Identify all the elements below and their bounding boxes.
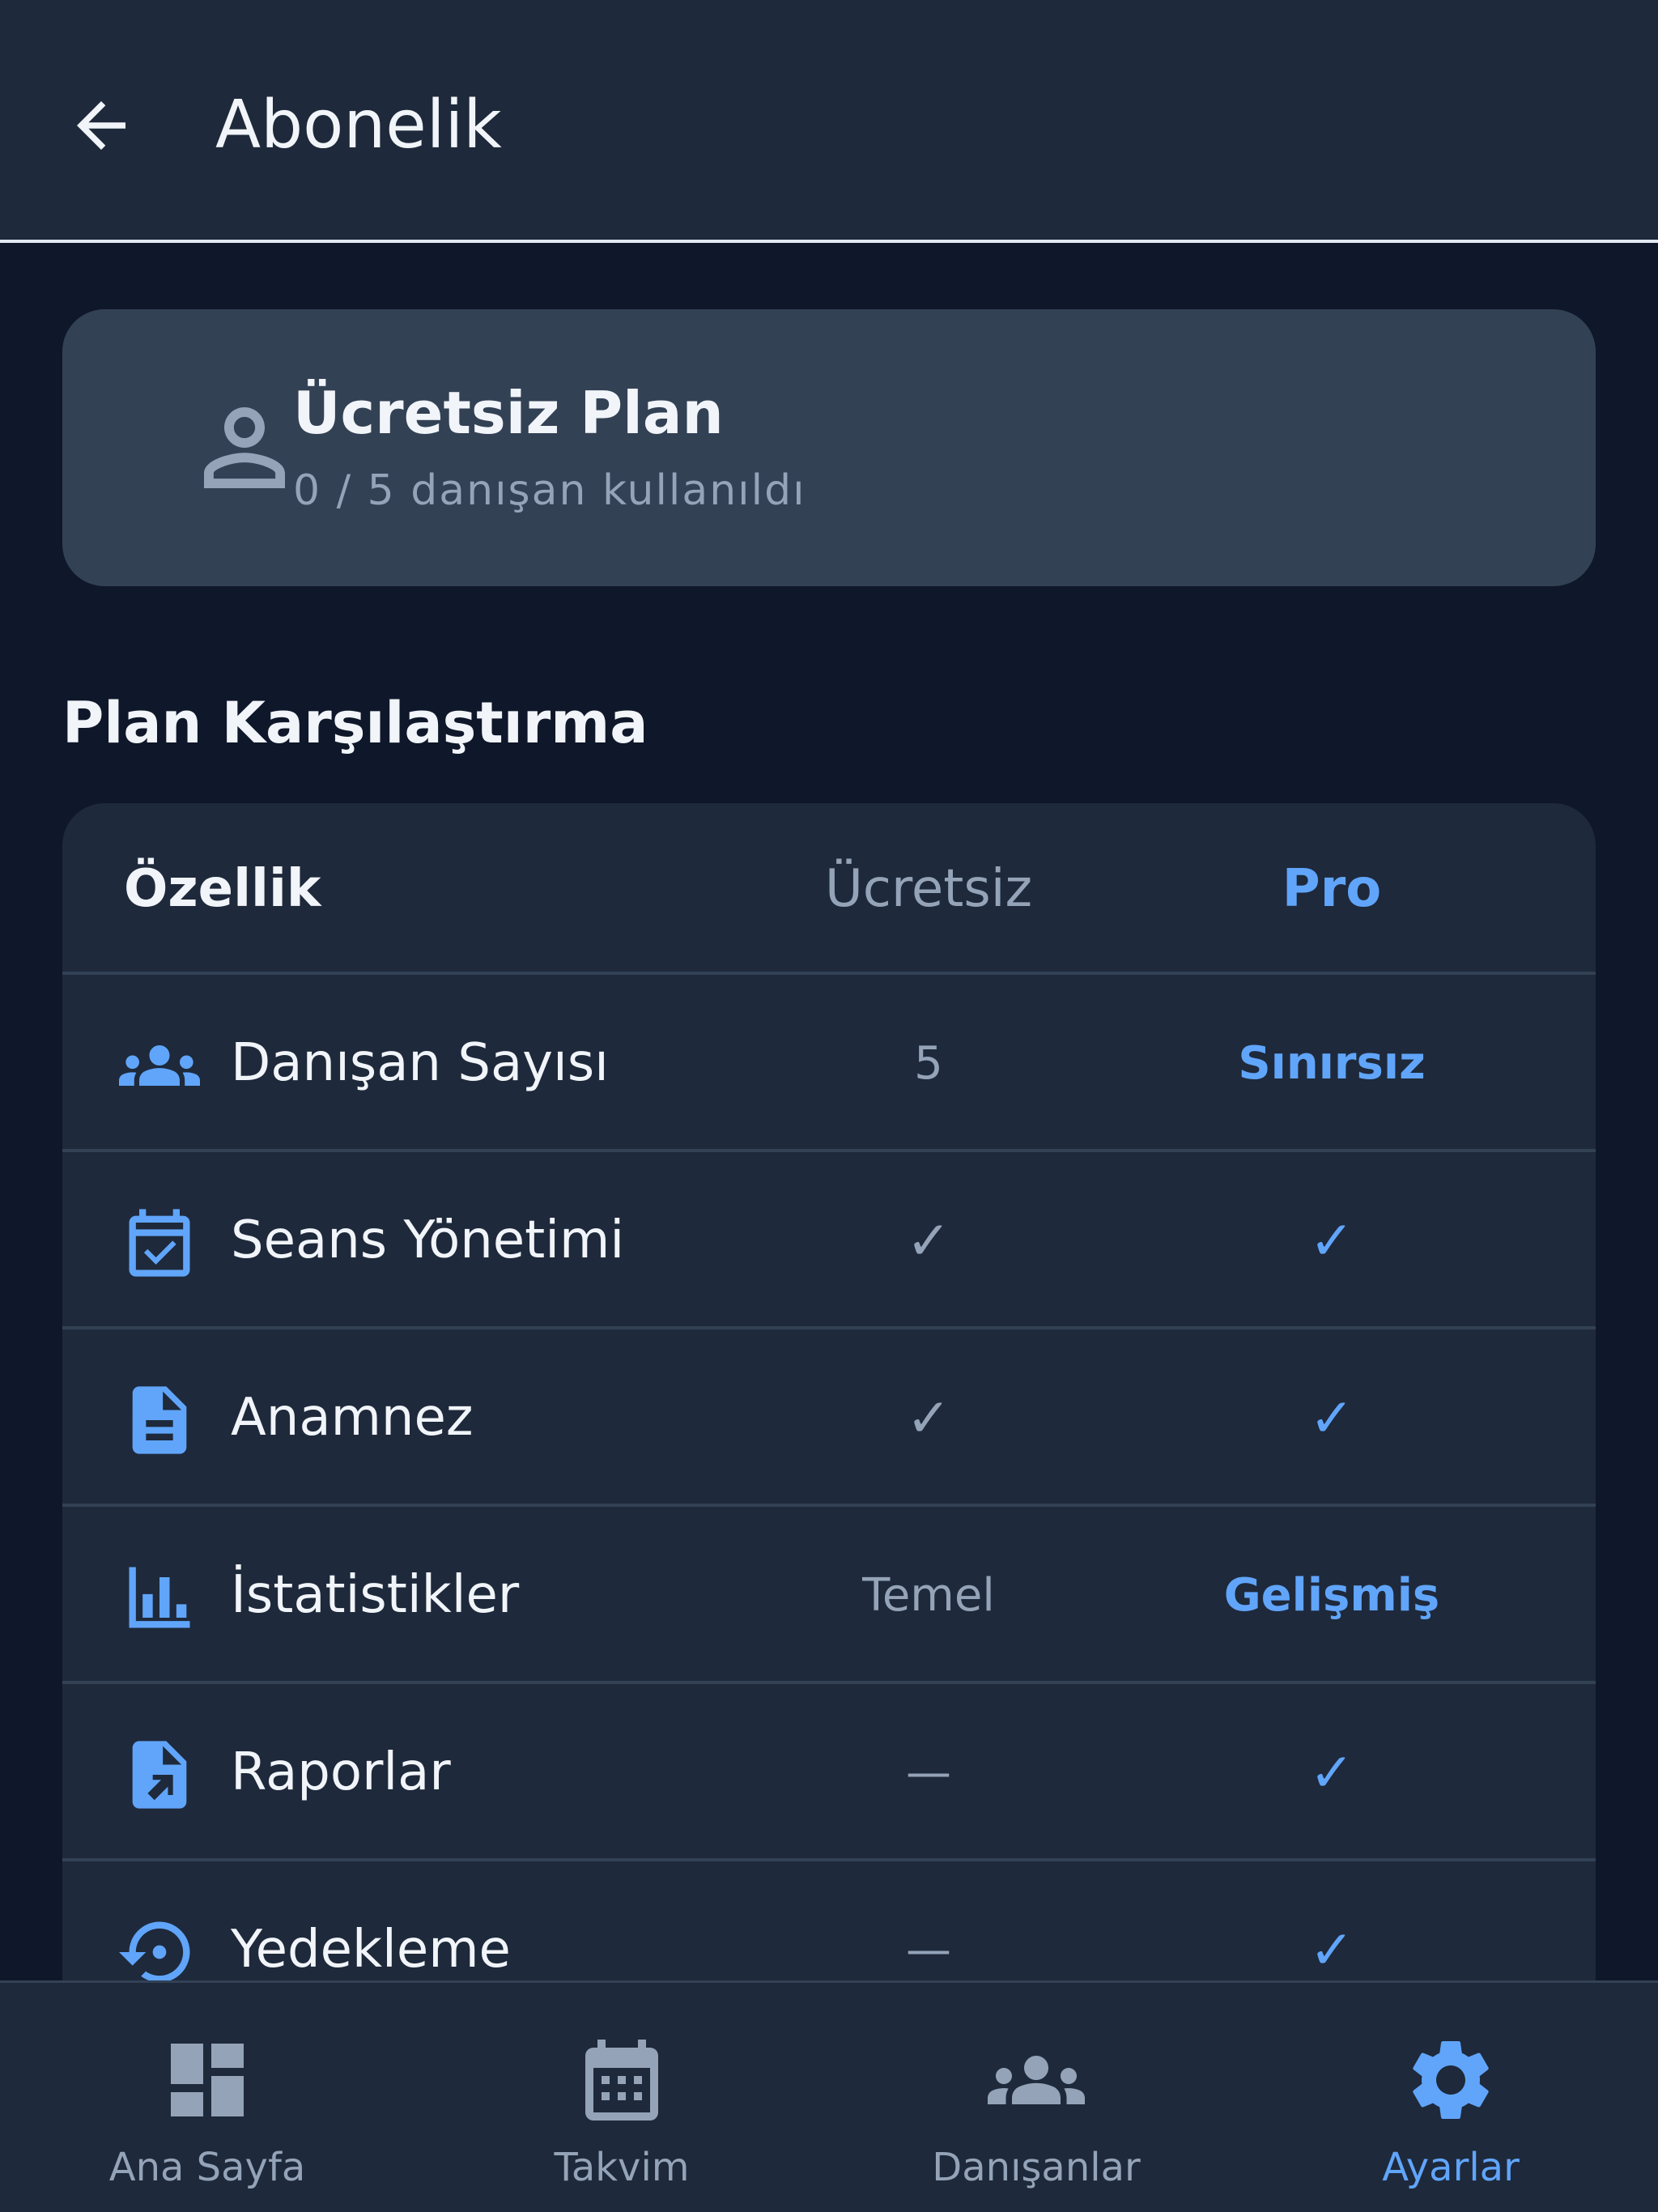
page-title: Abonelik — [215, 87, 502, 164]
current-plan-card — [62, 309, 1596, 586]
plan-usage: 0 / 5 danışan kullanıldı — [293, 466, 806, 515]
people-icon — [119, 1045, 200, 1086]
feature-label: Raporlar — [231, 1742, 451, 1802]
column-header-free: Ücretsiz — [824, 859, 1033, 919]
pro-value: ✓ — [1309, 1742, 1354, 1804]
gear-icon — [1413, 2041, 1489, 2119]
pro-value: Gelişmiş — [1223, 1569, 1440, 1622]
nav-label: Ana Sayfa — [108, 2145, 306, 2190]
table-row: İstatistikler Temel Gelişmiş — [62, 1507, 1596, 1684]
feature-label: İstatistikler — [231, 1565, 520, 1625]
nav-item-calendar[interactable]: Takvim — [414, 1983, 829, 2212]
column-header-feature: Özellik — [124, 859, 321, 919]
table-header-row: Özellik Ücretsiz Pro — [62, 803, 1596, 975]
document-icon — [132, 1386, 187, 1454]
pro-value: ✓ — [1309, 1210, 1354, 1272]
free-value: Temel — [862, 1569, 995, 1622]
report-icon — [132, 1741, 187, 1809]
bar-chart-icon — [129, 1567, 190, 1628]
free-value: ✓ — [906, 1387, 951, 1449]
bottom-navigation: Ana Sayfa Takvim Danışanlar Ayarlar — [0, 1980, 1658, 2212]
free-value: ✓ — [906, 1210, 951, 1272]
column-header-pro: Pro — [1282, 859, 1382, 919]
feature-label: Anamnez — [231, 1388, 474, 1448]
calendar-check-icon — [129, 1209, 190, 1277]
nav-item-settings[interactable]: Ayarlar — [1244, 1983, 1658, 2212]
table-row: Anamnez ✓ ✓ — [62, 1329, 1596, 1507]
free-value: — — [906, 1746, 951, 1799]
nav-label: Takvim — [554, 2145, 690, 2190]
person-outline-icon — [204, 407, 285, 488]
nav-label: Ayarlar — [1382, 2145, 1520, 2190]
free-value: 5 — [914, 1037, 943, 1090]
table-row: Seans Yönetimi ✓ ✓ — [62, 1152, 1596, 1329]
dashboard-icon — [171, 2044, 244, 2116]
pro-value: Sınırsız — [1238, 1037, 1426, 1090]
back-button[interactable] — [57, 81, 146, 170]
section-title: Plan Karşılaştırma — [62, 690, 648, 756]
app-header: Abonelik — [0, 0, 1658, 243]
people-icon — [988, 2056, 1085, 2104]
calendar-icon — [585, 2040, 658, 2121]
nav-label: Danışanlar — [932, 2145, 1141, 2190]
feature-label: Danışan Sayısı — [231, 1033, 609, 1093]
nav-item-home[interactable]: Ana Sayfa — [0, 1983, 414, 2212]
plan-title: Ücretsiz Plan — [293, 379, 724, 447]
pro-value: ✓ — [1309, 1387, 1354, 1449]
nav-item-clients[interactable]: Danışanlar — [829, 1983, 1244, 2212]
table-row: Danışan Sayısı 5 Sınırsız — [62, 975, 1596, 1152]
arrow-back-icon — [77, 101, 125, 150]
subscription-screen: Abonelik Ücretsiz Plan 0 / 5 danışan kul… — [0, 0, 1658, 2212]
table-row: Raporlar — ✓ — [62, 1684, 1596, 1861]
feature-label: Seans Yönetimi — [231, 1210, 625, 1270]
